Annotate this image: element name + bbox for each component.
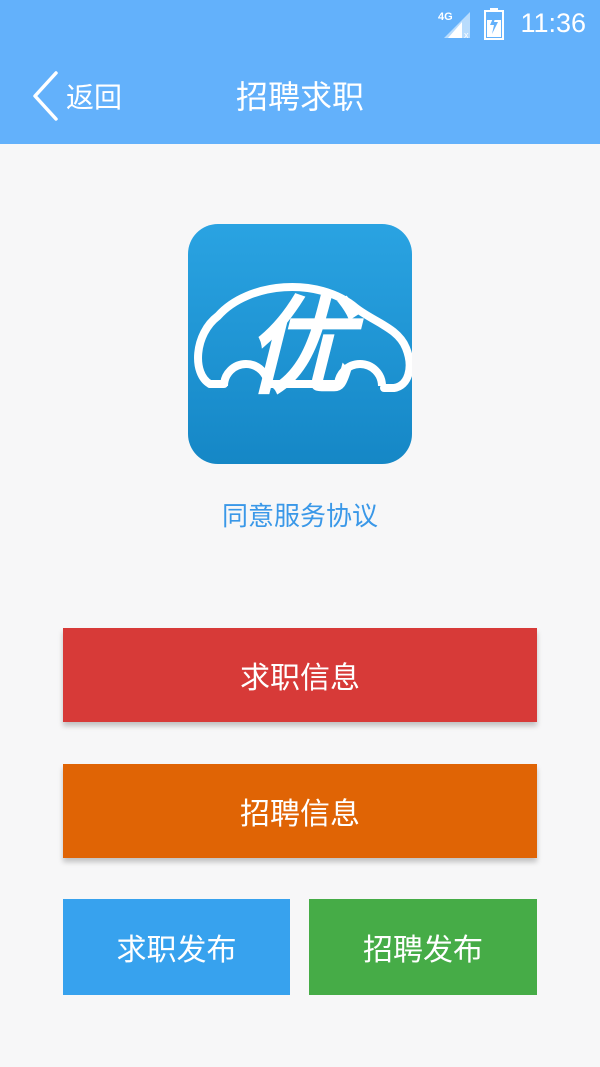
logo-glyph: 优 xyxy=(245,286,364,409)
recruitment-info-label: 招聘信息 xyxy=(240,797,360,832)
chevron-left-icon xyxy=(33,71,58,121)
status-bar: 4G x 11:36 xyxy=(0,0,600,50)
back-button[interactable]: 返回 xyxy=(30,68,140,124)
service-agreement-link[interactable]: 同意服务协议 xyxy=(0,496,600,533)
back-label: 返回 xyxy=(66,81,123,114)
svg-text:x: x xyxy=(464,30,469,40)
post-job-seeking-button[interactable]: 求职发布 xyxy=(63,899,290,995)
car-logo-icon: 优 xyxy=(194,282,412,409)
network-type-label: 4G xyxy=(438,11,453,23)
battery-icon xyxy=(484,8,504,40)
job-seeking-info-label: 求职信息 xyxy=(240,661,360,696)
app-header: 4G x 11:36 返回 招聘求职 xyxy=(0,0,600,144)
signal-icon: 4G x xyxy=(438,11,470,40)
recruitment-info-button[interactable]: 招聘信息 xyxy=(63,764,537,858)
post-recruitment-button[interactable]: 招聘发布 xyxy=(309,899,537,995)
post-recruitment-label: 招聘发布 xyxy=(363,933,483,968)
job-seeking-info-button[interactable]: 求职信息 xyxy=(63,628,537,722)
app-logo: 优 xyxy=(188,224,412,464)
status-time: 11:36 xyxy=(520,8,586,38)
post-job-seeking-label: 求职发布 xyxy=(116,933,237,968)
